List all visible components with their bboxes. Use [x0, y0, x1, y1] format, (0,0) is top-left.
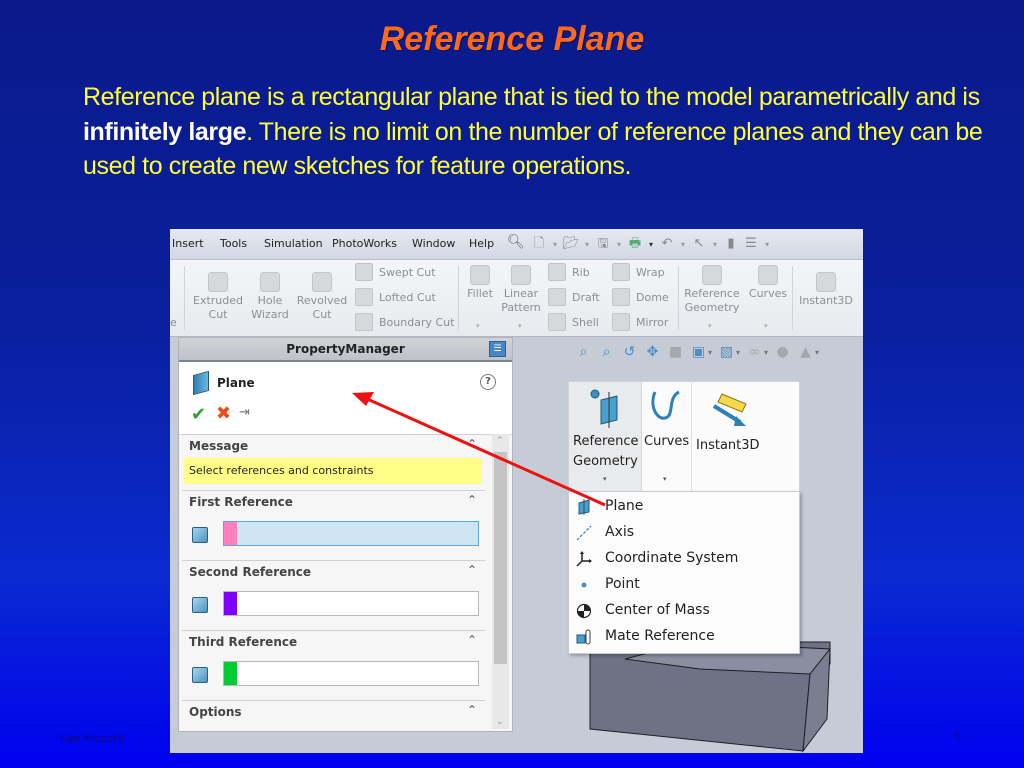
first-reference-title: First Reference — [189, 495, 293, 509]
reference-geometry-menu: Plane Axis Coordinate System Point Cente… — [568, 491, 800, 654]
slide-title: Reference Plane — [379, 20, 645, 58]
view-toolbar: ⌕ ⌕ ↺ ✥ ■ ▣ ▾ ▧ ▾ ∞ ▾ ● ▲ ▾ — [575, 341, 819, 363]
zoom-to-area-icon[interactable]: ⌕ — [598, 344, 615, 361]
first-reference-color-swatch — [224, 522, 237, 545]
third-reference-color-swatch — [224, 662, 237, 685]
collapse-caret-icon[interactable]: ⌃ — [467, 633, 477, 647]
third-reference-group: Third Reference ⌃ — [182, 630, 485, 699]
collapse-caret-icon[interactable]: ⌃ — [467, 703, 477, 717]
context-ribbon: Reference Geometry ▾ Curves ▾ Instant3D — [568, 381, 800, 493]
second-reference-title: Second Reference — [189, 565, 312, 579]
feature-title: Plane — [217, 376, 255, 390]
curves-button[interactable]: Curves ▾ — [641, 382, 692, 492]
view-orientation-dropdown-icon[interactable]: ▾ — [708, 348, 712, 357]
collapse-caret-icon[interactable]: ⌃ — [467, 563, 477, 577]
instant3d-large-icon — [712, 393, 747, 426]
body-emphasis: infinitely large — [83, 117, 247, 146]
third-reference-title: Third Reference — [189, 635, 298, 649]
edit-appearance-icon[interactable]: ● — [774, 344, 791, 361]
menu-item-coordinate-system[interactable]: Coordinate System — [569, 546, 797, 571]
instant3d-button[interactable]: Instant3D — [692, 382, 798, 492]
page-number: 6 — [954, 729, 961, 743]
hide-show-dropdown-icon[interactable]: ▾ — [764, 348, 768, 357]
reference-geometry-dropdown-icon[interactable]: ▾ — [603, 469, 607, 489]
mate-reference-icon — [576, 629, 591, 645]
collapse-caret-icon[interactable]: ⌃ — [467, 437, 477, 451]
scrollbar-thumb[interactable] — [494, 452, 507, 664]
pushpin-icon[interactable]: ⇥ — [239, 405, 250, 420]
curves-label: Curves — [644, 434, 690, 449]
section-view-icon[interactable]: ■ — [667, 344, 684, 361]
reference-geometry-label-1: Reference — [573, 434, 639, 449]
help-icon[interactable]: ? — [480, 374, 496, 390]
reference-entity-icon — [192, 597, 208, 613]
hide-show-items-icon[interactable]: ∞ — [746, 344, 763, 361]
options-group: Options ⌃ — [182, 700, 485, 729]
collapse-caret-icon[interactable]: ⌃ — [467, 493, 477, 507]
zoom-to-fit-icon[interactable]: ⌕ — [575, 344, 592, 361]
apply-scene-icon[interactable]: ▲ — [797, 344, 814, 361]
solidworks-screenshot: Insert Tools Simulation PhotoWorks Windo… — [170, 229, 863, 753]
reference-geometry-button[interactable]: Reference Geometry ▾ — [569, 382, 642, 492]
cancel-x-icon[interactable]: ✖ — [216, 403, 231, 424]
property-manager-header: PropertyManager ☰ — [179, 338, 512, 362]
previous-view-icon[interactable]: ↺ — [621, 344, 638, 361]
reference-entity-icon — [192, 667, 208, 683]
message-group: Message ⌃ Select references and constrai… — [182, 434, 485, 487]
body-text-1: Reference plane is a rectangular plane t… — [83, 83, 980, 111]
menu-item-mate-reference[interactable]: Mate Reference — [569, 624, 797, 649]
axis-icon — [576, 525, 592, 541]
display-style-dropdown-icon[interactable]: ▾ — [736, 348, 740, 357]
menu-item-center-of-mass[interactable]: Center of Mass — [569, 598, 797, 623]
reference-entity-icon — [192, 527, 208, 543]
menu-item-plane[interactable]: Plane — [569, 494, 797, 519]
curves-dropdown-icon[interactable]: ▾ — [663, 469, 667, 489]
point-icon — [581, 582, 587, 588]
property-manager: PropertyManager ☰ Plane ? ✔ ✖ ⇥ Message … — [178, 337, 513, 732]
second-reference-color-swatch — [224, 592, 237, 615]
instant3d-label: Instant3D — [696, 438, 760, 453]
author-footer: Ken Youssefi — [60, 733, 124, 745]
property-manager-scrollbar[interactable]: ⌃ ⌄ — [492, 434, 509, 729]
display-style-icon[interactable]: ▧ — [718, 344, 735, 361]
plane-icon — [578, 499, 590, 515]
scroll-up-icon[interactable]: ⌃ — [496, 436, 504, 446]
slide-body: Reference plane is a rectangular plane t… — [83, 80, 1003, 184]
ok-checkmark-icon[interactable]: ✔ — [191, 404, 206, 425]
menu-item-point[interactable]: Point — [569, 572, 797, 597]
view-orientation-icon[interactable]: ▣ — [690, 344, 707, 361]
coordinate-system-icon — [576, 551, 592, 567]
curves-large-icon — [651, 390, 680, 420]
pan-icon[interactable]: ✥ — [644, 344, 661, 361]
feature-header: Plane ? ✔ ✖ ⇥ — [179, 362, 512, 435]
options-title: Options — [189, 705, 242, 719]
menu-item-axis[interactable]: Axis — [569, 520, 797, 545]
first-reference-field[interactable] — [223, 521, 479, 546]
scroll-down-icon[interactable]: ⌄ — [496, 717, 504, 727]
second-reference-group: Second Reference ⌃ — [182, 560, 485, 629]
first-reference-group: First Reference ⌃ — [182, 490, 485, 559]
property-manager-title: PropertyManager — [286, 342, 405, 356]
message-text: Select references and constraints — [183, 458, 482, 484]
plane-feature-icon — [193, 370, 209, 396]
reference-geometry-large-icon — [590, 389, 618, 428]
second-reference-field[interactable] — [223, 591, 479, 616]
third-reference-field[interactable] — [223, 661, 479, 686]
center-of-mass-icon — [576, 603, 592, 619]
property-manager-tree-icon[interactable]: ☰ — [489, 341, 506, 357]
apply-scene-dropdown-icon[interactable]: ▾ — [815, 348, 819, 357]
message-group-title: Message — [189, 439, 249, 453]
